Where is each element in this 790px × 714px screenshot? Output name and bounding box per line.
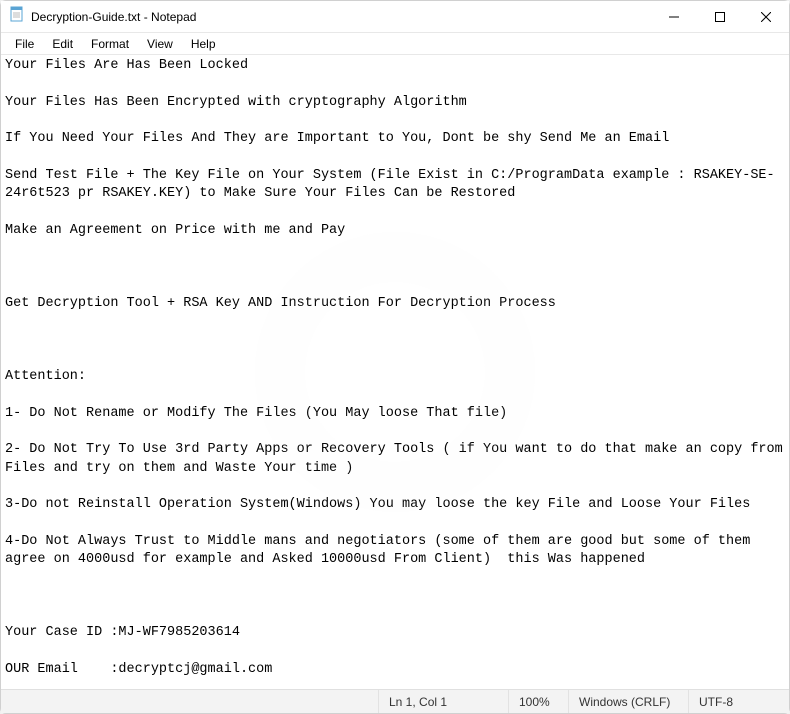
close-button[interactable]	[743, 1, 789, 33]
status-line-ending: Windows (CRLF)	[569, 690, 689, 713]
status-encoding: UTF-8	[689, 690, 789, 713]
menu-help[interactable]: Help	[183, 35, 224, 53]
title-bar: Decryption-Guide.txt - Notepad	[1, 1, 789, 33]
window-controls	[651, 1, 789, 33]
menu-format[interactable]: Format	[83, 35, 137, 53]
notepad-window: Decryption-Guide.txt - Notepad File Edit…	[0, 0, 790, 714]
menu-view[interactable]: View	[139, 35, 181, 53]
status-cursor: Ln 1, Col 1	[379, 690, 509, 713]
maximize-button[interactable]	[697, 1, 743, 33]
status-bar: Ln 1, Col 1 100% Windows (CRLF) UTF-8	[1, 689, 789, 713]
minimize-button[interactable]	[651, 1, 697, 33]
menu-file[interactable]: File	[7, 35, 42, 53]
notepad-icon	[9, 6, 25, 27]
menu-bar: File Edit Format View Help	[1, 33, 789, 55]
text-area[interactable]: Your Files Are Has Been Locked Your File…	[1, 55, 789, 689]
document-content[interactable]: Your Files Are Has Been Locked Your File…	[5, 57, 787, 689]
window-title: Decryption-Guide.txt - Notepad	[31, 10, 196, 24]
status-zoom: 100%	[509, 690, 569, 713]
menu-edit[interactable]: Edit	[44, 35, 81, 53]
status-spacer	[1, 690, 379, 713]
